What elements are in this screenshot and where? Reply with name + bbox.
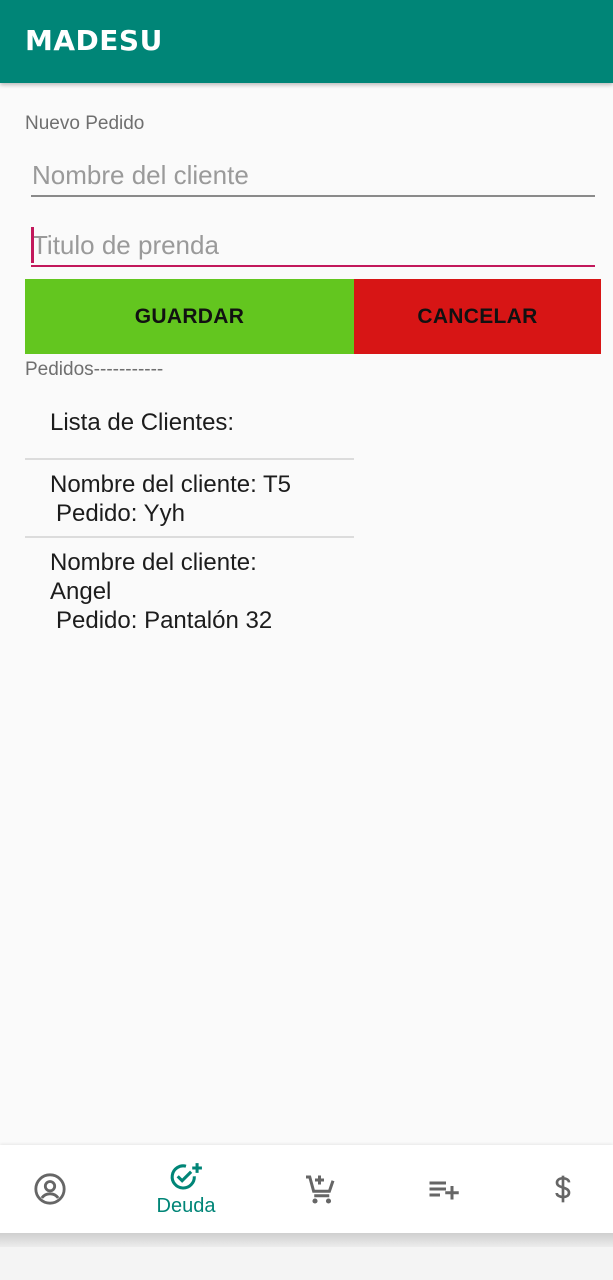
list-item[interactable]: Nombre del cliente: T5 Pedido: Yyh	[25, 460, 354, 538]
playlist-add-icon	[429, 1181, 459, 1200]
list-item-order: Pedido: Yyh	[56, 500, 185, 527]
list-item-client: Nombre del cliente: Angel	[50, 549, 257, 605]
system-bar-area	[0, 1247, 613, 1280]
clients-list-header: Lista de Clientes:	[25, 396, 354, 460]
client-name-input[interactable]	[31, 155, 595, 195]
clients-list: Lista de Clientes: Nombre del cliente: T…	[25, 396, 354, 643]
list-item-client: Nombre del cliente: T5	[50, 471, 292, 498]
nav-divider	[0, 1233, 613, 1247]
nav-item-deuda[interactable]: Deuda	[136, 1145, 236, 1233]
new-order-label: Nuevo Pedido	[25, 113, 145, 134]
bottom-navigation: Deuda	[0, 1145, 613, 1233]
cart-plus-icon	[306, 1175, 335, 1204]
nav-item-cart[interactable]	[271, 1145, 371, 1233]
text-cursor	[31, 227, 34, 263]
orders-label: Pedidos-----------	[25, 359, 164, 380]
list-item-order: Pedido: Pantalón 32	[56, 607, 273, 634]
client-name-field[interactable]	[31, 155, 595, 197]
app-bar: MADESU	[0, 0, 613, 83]
client-name-underline	[31, 195, 595, 197]
cancel-button[interactable]: CANCELAR	[354, 279, 601, 354]
garment-title-underline	[31, 265, 595, 267]
garment-title-input[interactable]	[31, 225, 595, 265]
nav-item-account[interactable]	[0, 1145, 100, 1233]
check-circle-plus-icon	[170, 1163, 202, 1190]
dollar-icon	[555, 1175, 571, 1203]
nav-item-dollar[interactable]	[513, 1145, 613, 1233]
garment-title-field[interactable]	[31, 225, 595, 267]
account-circle-icon	[34, 1173, 66, 1205]
save-button[interactable]: GUARDAR	[25, 279, 354, 354]
app-title: MADESU	[25, 24, 163, 57]
list-item[interactable]: Nombre del cliente: Angel Pedido: Pantal…	[25, 538, 354, 643]
nav-item-playlist-add[interactable]	[393, 1145, 493, 1233]
nav-label-deuda: Deuda	[156, 1195, 216, 1217]
